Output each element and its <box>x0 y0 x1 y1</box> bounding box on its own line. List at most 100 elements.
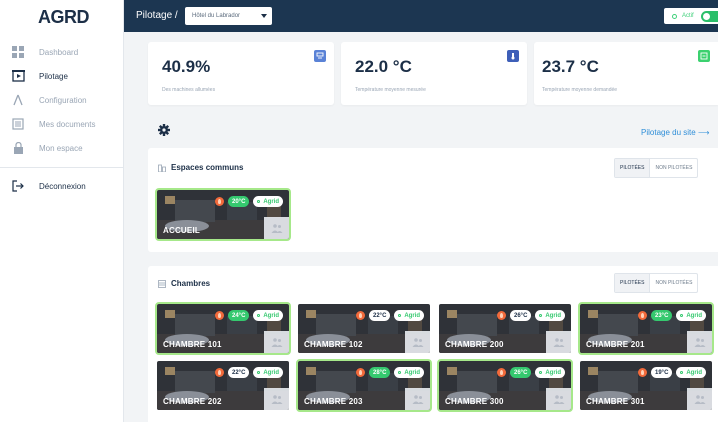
room-card[interactable]: 26°C Agrid CHAMBRE 200 <box>439 304 571 353</box>
agrid-dot-icon <box>539 371 543 374</box>
gear-icon[interactable] <box>157 123 171 137</box>
target-temp-icon <box>698 50 710 62</box>
agrid-dot-icon <box>680 314 684 317</box>
site-pilotage-label: Pilotage du site <box>641 128 696 137</box>
occupancy-icon <box>546 388 571 410</box>
occupancy-icon <box>546 331 571 353</box>
heating-icon <box>638 368 647 377</box>
agrid-badge: Agrid <box>253 367 283 378</box>
filter-non-piloted-button[interactable]: NON PILOTÉES <box>650 274 697 292</box>
section-title: Chambres <box>158 279 210 288</box>
room-name: ACCUEIL <box>163 226 200 235</box>
sidebar-item-mon-espace[interactable]: Mon espace <box>0 136 124 160</box>
pilot-filter-toggle: PILOTÉES NON PILOTÉES <box>614 273 699 293</box>
sidebar-item-label: Pilotage <box>39 71 68 81</box>
agrid-label: Agrid <box>263 198 279 205</box>
filter-non-piloted-button[interactable]: NON PILOTÉES <box>650 159 697 177</box>
sidebar-divider <box>0 167 124 168</box>
room-card[interactable]: 26°C Agrid CHAMBRE 300 <box>437 359 573 412</box>
agrid-dot-icon <box>539 314 543 317</box>
agrid-badge: Agrid <box>253 310 283 321</box>
heating-icon <box>356 368 365 377</box>
active-toggle[interactable]: Actif <box>664 8 718 24</box>
agrid-badge: Agrid <box>676 310 706 321</box>
agrid-label: Agrid <box>545 369 561 376</box>
stat-card-measured-temp: 22.0 °C Température moyenne mesurée <box>341 42 527 105</box>
filter-piloted-button[interactable]: PILOTÉES <box>615 159 651 177</box>
chevron-down-icon <box>261 14 267 18</box>
play-icon <box>11 69 25 83</box>
agrid-dot-icon <box>680 371 684 374</box>
agrid-badge: Agrid <box>394 310 424 321</box>
occupancy-icon <box>264 331 289 353</box>
sidebar-item-label: Dashboard <box>39 47 79 57</box>
filter-piloted-button[interactable]: PILOTÉES <box>615 274 651 292</box>
section-title: Espaces communs <box>158 163 243 172</box>
stat-value: 40.9% <box>162 57 211 76</box>
temperature-badge: 19°C <box>651 367 673 378</box>
sidebar-item-configuration[interactable]: Configuration <box>0 88 124 112</box>
stat-label: Température moyenne demandée <box>542 87 618 93</box>
room-name: CHAMBRE 203 <box>304 397 363 406</box>
sidebar-item-documents[interactable]: Mes documents <box>0 112 124 136</box>
agrid-badge: Agrid <box>535 367 565 378</box>
room-name: CHAMBRE 301 <box>586 397 645 406</box>
agrid-dot-icon <box>398 371 402 374</box>
agrid-dot-icon <box>257 200 261 203</box>
temperature-badge: 28°C <box>369 367 391 378</box>
heating-icon <box>356 311 365 320</box>
agrid-badge: Agrid <box>676 367 706 378</box>
agrid-dot-icon <box>398 314 402 317</box>
heating-icon <box>215 368 224 377</box>
site-select[interactable]: Hôtel du Labrador <box>185 7 272 25</box>
stat-value: 23.7 °C <box>542 57 599 76</box>
agrid-label: Agrid <box>686 369 702 376</box>
logout-button[interactable]: Déconnexion <box>0 174 124 198</box>
room-card[interactable]: 23°C Agrid CHAMBRE 201 <box>578 302 714 355</box>
dashboard-icon <box>11 45 25 59</box>
toggle-switch[interactable] <box>701 11 718 22</box>
section-title-text: Chambres <box>171 279 211 288</box>
sidebar-nav: Dashboard Pilotage Configuration Mes doc… <box>0 40 124 198</box>
heating-icon <box>215 311 224 320</box>
temperature-badge: 22°C <box>228 367 250 378</box>
machine-icon <box>314 50 326 62</box>
temperature-badge: 22°C <box>369 310 391 321</box>
section-espaces-communs: Espaces communs PILOTÉES NON PILOTÉES 20… <box>148 148 718 252</box>
section-chambres: Chambres PILOTÉES NON PILOTÉES 24°C Agrid… <box>148 266 718 422</box>
room-card[interactable]: 19°C Agrid CHAMBRE 301 <box>580 361 712 410</box>
logout-label: Déconnexion <box>39 181 86 191</box>
agrid-label: Agrid <box>404 312 420 319</box>
sidebar-item-label: Mon espace <box>39 143 83 153</box>
room-card[interactable]: 28°C Agrid CHAMBRE 203 <box>296 359 432 412</box>
sidebar-item-label: Mes documents <box>39 119 96 129</box>
room-name: CHAMBRE 201 <box>586 340 645 349</box>
occupancy-icon <box>264 217 289 239</box>
heating-icon <box>215 197 224 206</box>
room-name: CHAMBRE 300 <box>445 397 504 406</box>
occupancy-icon <box>264 388 289 410</box>
room-card[interactable]: 20°C Agrid ACCUEIL <box>155 188 291 241</box>
room-card[interactable]: 22°C Agrid CHAMBRE 202 <box>157 361 289 410</box>
agrid-dot-icon <box>257 371 261 374</box>
room-card[interactable]: 24°C Agrid CHAMBRE 101 <box>155 302 291 355</box>
room-name: CHAMBRE 101 <box>163 340 222 349</box>
site-pilotage-link[interactable]: Pilotage du site ⟶ <box>641 128 709 137</box>
stat-label: Des machines allumées <box>162 87 216 93</box>
agrid-label: Agrid <box>545 312 561 319</box>
stat-card-requested-temp: 23.7 °C Température moyenne demandée <box>534 42 718 105</box>
sidebar-item-pilotage[interactable]: Pilotage <box>0 64 124 88</box>
stat-card-machines: 40.9% Des machines allumées <box>148 42 334 105</box>
heating-icon <box>497 368 506 377</box>
status-dot-icon <box>672 14 677 19</box>
room-card[interactable]: 22°C Agrid CHAMBRE 102 <box>298 304 430 353</box>
sidebar-item-dashboard[interactable]: Dashboard <box>0 40 124 64</box>
sidebar: AGRD Dashboard Pilotage Configuration Me… <box>0 0 124 422</box>
temperature-badge: 26°C <box>510 310 532 321</box>
building-icon <box>158 164 166 172</box>
heating-icon <box>497 311 506 320</box>
thermometer-icon <box>507 50 519 62</box>
agrid-dot-icon <box>257 314 261 317</box>
pilot-filter-toggle: PILOTÉES NON PILOTÉES <box>614 158 699 178</box>
room-name: CHAMBRE 102 <box>304 340 363 349</box>
